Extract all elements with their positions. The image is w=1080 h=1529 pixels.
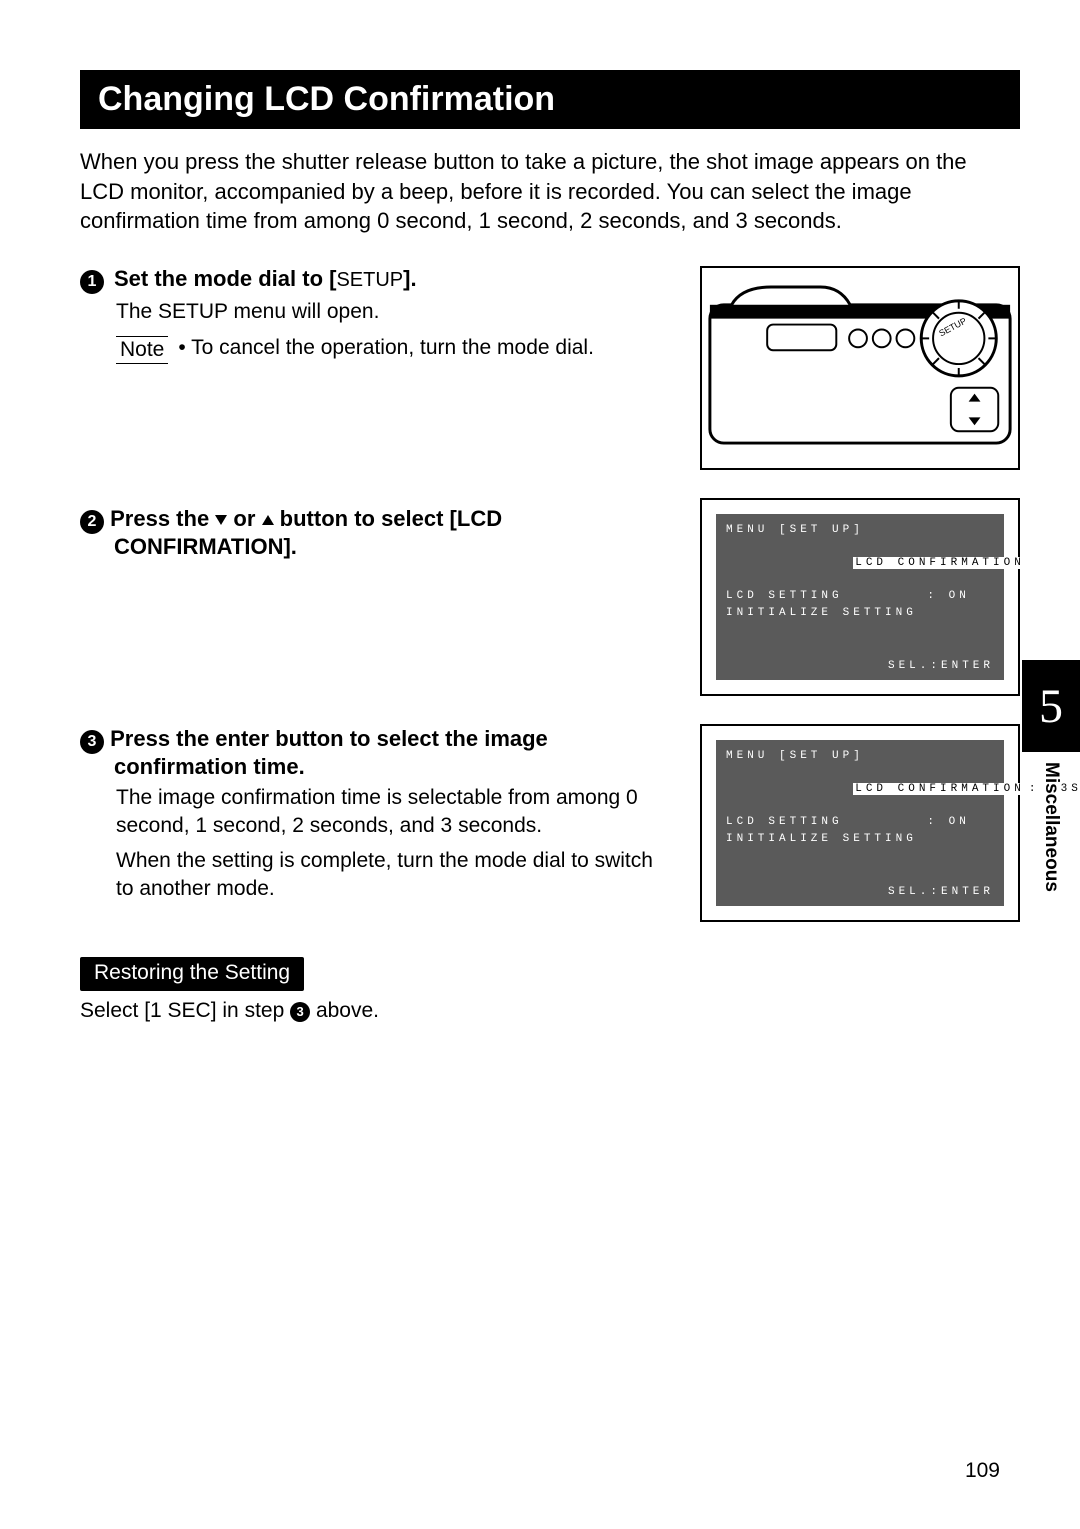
chapter-number: 5 [1022, 660, 1080, 752]
lcd1-footer: SEL.:ENTER [888, 658, 994, 675]
up-arrow-icon [262, 515, 274, 525]
step-1-head-b: ]. [403, 266, 416, 291]
lcd-screen-2: MENU [SET UP] LCD CONFIRMATION: 3SEC LCD… [700, 724, 1020, 922]
lcd2-footer: SEL.:ENTER [888, 884, 994, 901]
note-text: • To cancel the operation, turn the mode… [178, 336, 676, 360]
lcd1-row1-label: LCD CONFIRMATION [853, 557, 1027, 569]
restore-step-ref-icon: 3 [290, 1002, 310, 1022]
camera-illustration: SETUP [700, 266, 1020, 470]
lcd2-header: MENU [SET UP] [726, 748, 994, 765]
note-badge: Note [116, 336, 168, 364]
step-1-sub: The SETUP menu will open. [80, 298, 676, 326]
page-number: 109 [965, 1459, 1000, 1483]
chapter-label: Miscellaneous [1040, 762, 1062, 892]
page-title: Changing LCD Confirmation [80, 70, 1020, 129]
step-1-number-icon: 1 [80, 270, 104, 294]
intro-paragraph: When you press the shutter release butto… [80, 147, 1020, 236]
lcd1-row3: INITIALIZE SETTING [726, 605, 994, 622]
lcd-screen-1: MENU [SET UP] LCD CONFIRMATION: 1SEC LCD… [700, 498, 1020, 696]
setup-label: SETUP [336, 269, 403, 291]
lcd2-row1-label: LCD CONFIRMATION [853, 783, 1027, 795]
lcd1-row1-val: : 1SEC [1027, 557, 1080, 569]
restore-heading: Restoring the Setting [80, 957, 304, 991]
step-2-head-b: or [233, 506, 261, 531]
lcd2-row2: LCD SETTING : ON [726, 814, 994, 831]
restore-text-b: above. [316, 999, 379, 1022]
step-2-head-a: Press the [110, 506, 215, 531]
step-2: 2 Press the or button to select [LCD CON… [80, 506, 676, 676]
step-3-sub1: The image confirmation time is selectabl… [80, 784, 676, 841]
step-3-sub2: When the setting is complete, turn the m… [80, 847, 676, 904]
restore-section: Restoring the Setting Select [1 SEC] in … [80, 953, 676, 1023]
step-3-number-icon: 3 [80, 730, 104, 754]
down-arrow-icon [215, 515, 227, 525]
chapter-tab: 5 Miscellaneous [1022, 660, 1080, 892]
lcd2-row3: INITIALIZE SETTING [726, 831, 994, 848]
restore-text-a: Select [1 SEC] in step [80, 999, 290, 1022]
step-3: 3 Press the enter button to select the i… [80, 726, 676, 903]
step-3-head: Press the enter button to select the ima… [110, 726, 548, 779]
lcd1-row2: LCD SETTING : ON [726, 588, 994, 605]
step-2-number-icon: 2 [80, 510, 104, 534]
lcd1-header: MENU [SET UP] [726, 522, 994, 539]
step-1: 1 Set the mode dial to [SETUP]. The SETU… [80, 266, 676, 456]
step-1-head-a: Set the mode dial to [ [114, 266, 336, 291]
